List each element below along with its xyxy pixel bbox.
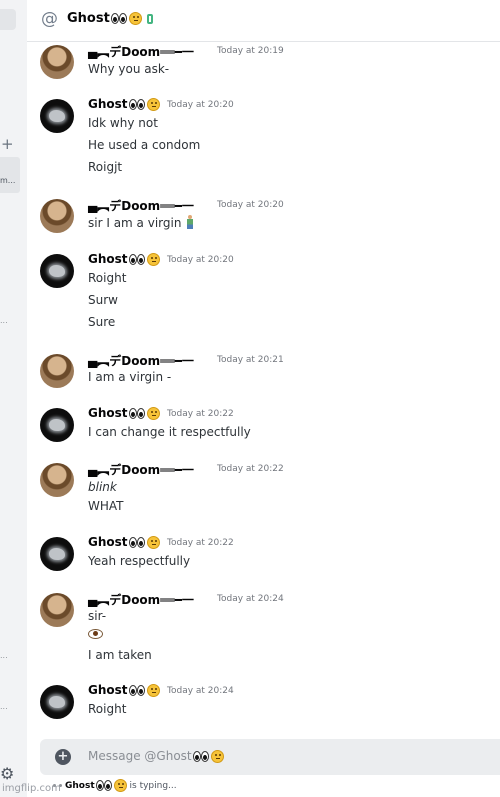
avatar[interactable] — [40, 354, 74, 388]
message-line: I am a virgin - — [88, 370, 172, 384]
avatar[interactable] — [40, 593, 74, 627]
avatar[interactable] — [40, 685, 74, 719]
message-group: ▄︻デDoom══━一 Today at 20:21 I am a virgin… — [40, 352, 490, 392]
timestamp: Today at 20:22 — [167, 538, 234, 548]
author-name[interactable]: Ghost — [88, 252, 160, 266]
mobile-status-icon — [146, 13, 153, 24]
message-line: I am taken — [88, 648, 152, 662]
header-username: Ghost — [67, 11, 110, 26]
eye-emoji-line — [88, 628, 103, 642]
typing-indicator: Ghost is typing... — [53, 779, 177, 792]
message-group: ▄︻デDoom══━一 Today at 20:20 sir I am a vi… — [40, 197, 490, 237]
message-line: He used a condom — [88, 138, 201, 152]
message-composer[interactable]: + Message @Ghost — [40, 739, 500, 775]
thinking-emoji-icon — [146, 98, 160, 111]
eyes-emoji-icon — [128, 253, 146, 266]
add-dm-button[interactable]: + — [1, 135, 14, 153]
eyes-emoji-icon — [95, 779, 113, 792]
author-name[interactable]: ▄︻デDoom══━一 — [88, 197, 194, 214]
at-icon: @ — [41, 9, 58, 29]
eyes-emoji-icon — [128, 684, 146, 697]
timestamp: Today at 20:19 — [217, 46, 284, 56]
author-name[interactable]: Ghost — [88, 97, 160, 111]
sidebar-search-pill[interactable] — [0, 9, 16, 30]
message-line: sir- — [88, 609, 107, 623]
eye-emoji-icon — [88, 629, 103, 639]
message-group: Ghost Today at 20:22 Yeah respectfully — [40, 535, 490, 575]
message-input[interactable]: Message @Ghost — [88, 749, 224, 763]
timestamp: Today at 20:24 — [217, 594, 284, 604]
thinking-emoji-icon — [113, 779, 127, 792]
author-name[interactable]: ▄︻デDoom══━一 — [88, 461, 194, 478]
sidebar-item-label: m... — [0, 176, 16, 185]
upload-plus-button[interactable]: + — [55, 749, 71, 765]
message-line: sir I am a virgin — [88, 215, 194, 230]
author-name[interactable]: ▄︻デDoom══━一 — [88, 591, 194, 608]
author-name[interactable]: Ghost — [88, 683, 160, 697]
eyes-emoji-icon — [128, 98, 146, 111]
standing-person-emoji-icon — [186, 215, 194, 229]
avatar[interactable] — [40, 99, 74, 133]
thinking-emoji-icon — [128, 12, 142, 25]
sidebar-item-truncated[interactable]: ... — [0, 316, 8, 325]
imgflip-watermark: imgflip.com — [2, 783, 61, 794]
message-line: I can change it respectfully — [88, 425, 251, 439]
message-group: Ghost Today at 20:20 Idk why not He used… — [40, 97, 490, 179]
message-group: Ghost Today at 20:24 Roight — [40, 683, 490, 723]
timestamp: Today at 20:22 — [217, 464, 284, 474]
thinking-emoji-icon — [146, 684, 160, 697]
sidebar-item-selected[interactable]: m... — [0, 157, 20, 193]
channel-header: @ Ghost — [27, 0, 500, 42]
message-line: blink — [88, 480, 117, 494]
message-group: ▄︻デDoom══━一 Today at 20:19 Why you ask- — [40, 43, 490, 83]
typing-text: is typing... — [129, 781, 177, 791]
message-line: Why you ask- — [88, 62, 170, 76]
sidebar-item-truncated[interactable]: ... — [0, 651, 8, 660]
thinking-emoji-icon — [146, 253, 160, 266]
message-line: Roight — [88, 271, 127, 285]
message-line: Sure — [88, 315, 116, 329]
message-group: Ghost Today at 20:22 I can change it res… — [40, 406, 490, 446]
author-name[interactable]: ▄︻デDoom══━一 — [88, 43, 194, 60]
message-line: Roight — [88, 702, 127, 716]
avatar[interactable] — [40, 408, 74, 442]
timestamp: Today at 20:20 — [217, 200, 284, 210]
thinking-emoji-icon — [146, 407, 160, 420]
timestamp: Today at 20:22 — [167, 409, 234, 419]
timestamp: Today at 20:20 — [167, 100, 234, 110]
message-line: WHAT — [88, 499, 124, 513]
author-name[interactable]: Ghost — [88, 535, 160, 549]
message-group: ▄︻デDoom══━一 Today at 20:22 blink WHAT — [40, 461, 490, 521]
eyes-emoji-icon — [128, 536, 146, 549]
avatar[interactable] — [40, 45, 74, 79]
message-group: Ghost Today at 20:20 Roight Surw Sure — [40, 252, 490, 334]
message-line: Idk why not — [88, 116, 158, 130]
header-title[interactable]: Ghost — [67, 11, 153, 26]
message-line: Surw — [88, 293, 118, 307]
timestamp: Today at 20:24 — [167, 686, 234, 696]
sidebar-item-truncated[interactable]: ... — [0, 702, 8, 711]
avatar[interactable] — [40, 463, 74, 497]
timestamp: Today at 20:20 — [167, 255, 234, 265]
author-name[interactable]: ▄︻デDoom══━一 — [88, 352, 194, 369]
server-sidebar: + m... ... ... ... ⚙ — [0, 0, 27, 797]
message-line: Yeah respectfully — [88, 554, 191, 568]
timestamp: Today at 20:21 — [217, 355, 284, 365]
eyes-emoji-icon — [128, 407, 146, 420]
avatar[interactable] — [40, 254, 74, 288]
thinking-emoji-icon — [210, 750, 224, 763]
message-group: ▄︻デDoom══━一 Today at 20:24 sir- I am tak… — [40, 591, 490, 667]
eyes-emoji-icon — [192, 750, 210, 763]
thinking-emoji-icon — [146, 536, 160, 549]
avatar[interactable] — [40, 537, 74, 571]
author-name[interactable]: Ghost — [88, 406, 160, 420]
avatar[interactable] — [40, 199, 74, 233]
message-input-placeholder: Message @Ghost — [88, 749, 192, 763]
message-line: Roigjt — [88, 160, 123, 174]
settings-gear-icon[interactable]: ⚙ — [0, 764, 14, 783]
typing-user: Ghost — [65, 781, 95, 791]
eyes-emoji-icon — [110, 12, 128, 25]
